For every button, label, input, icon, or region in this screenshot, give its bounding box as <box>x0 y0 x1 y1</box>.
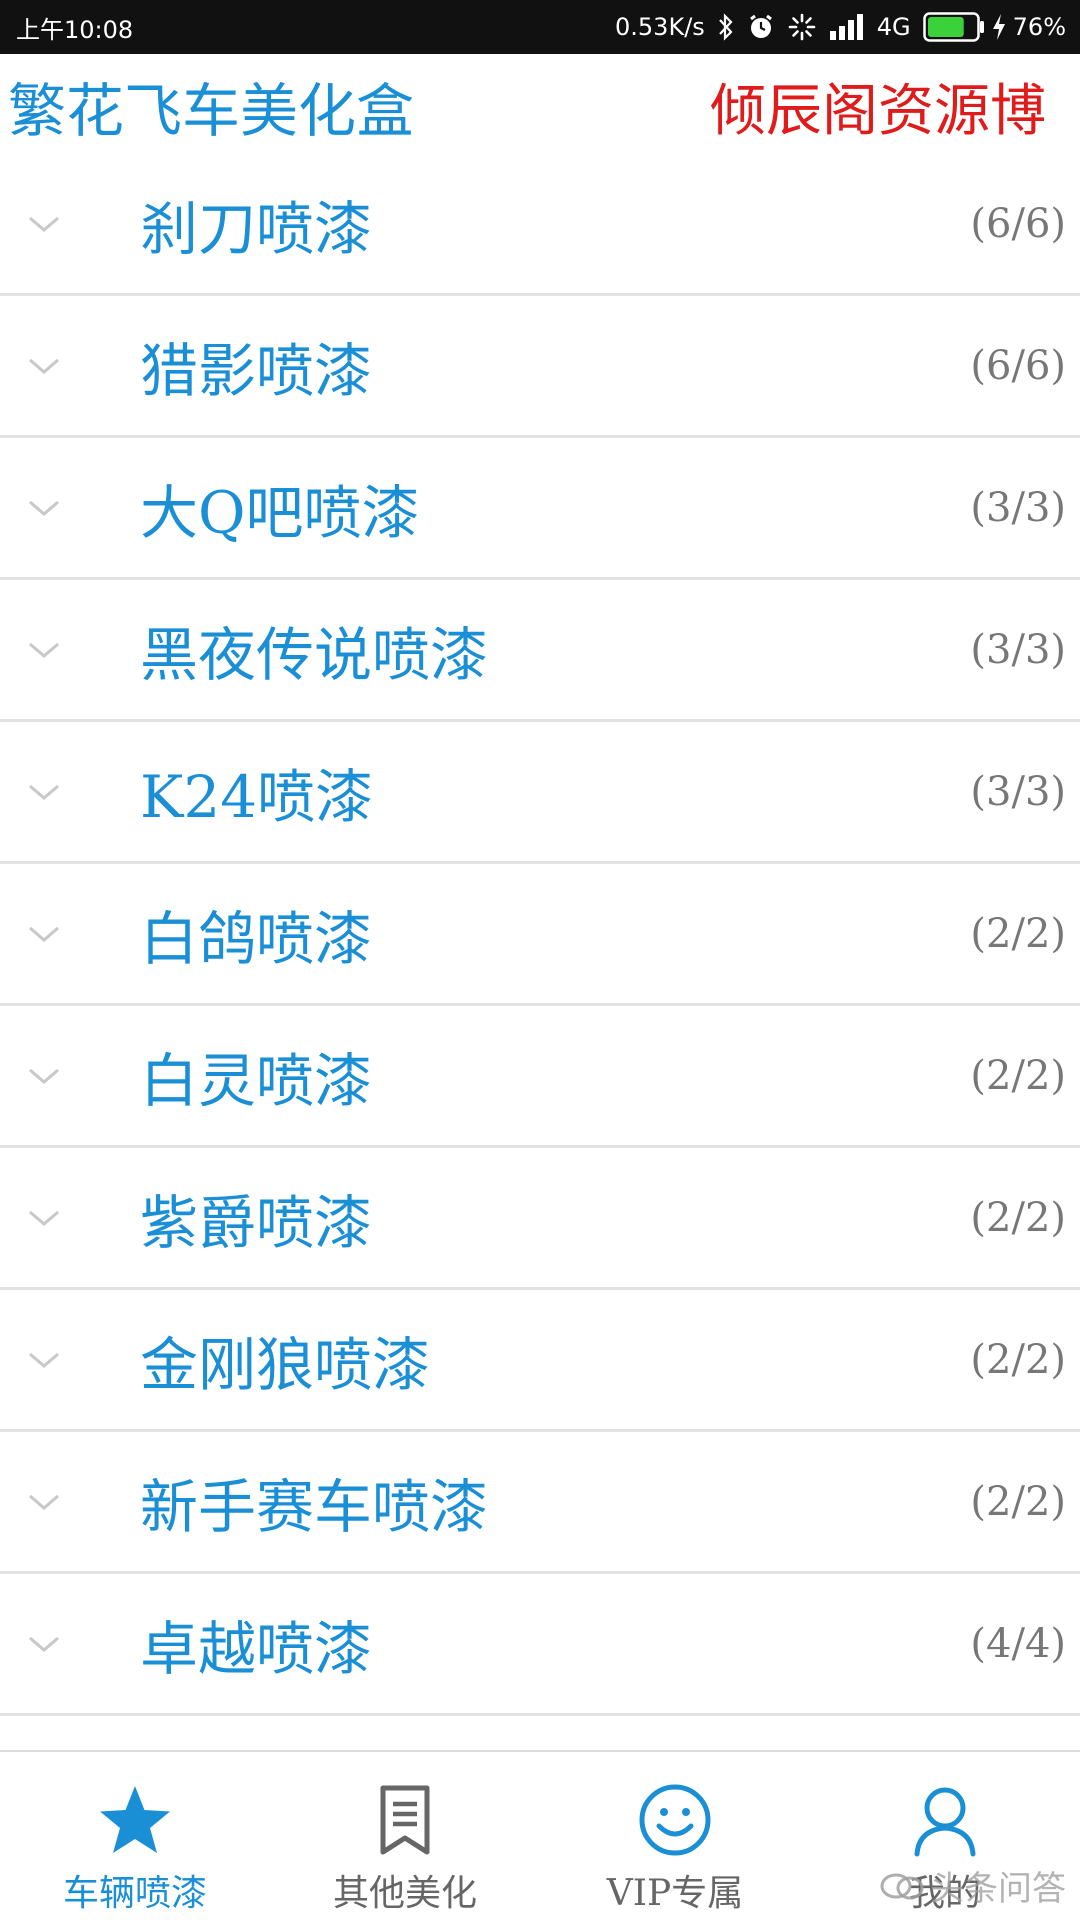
status-icons: 0.53K/s 4G 76% <box>615 12 1066 42</box>
app-screen: 上午10:08 0.53K/s 4G 76% 繁花飞车美化盒 倾辰阁资源博 刹刀… <box>0 0 1080 1920</box>
bottom-navigation: 车辆喷漆 其他美化 VIP专属 我的 头条问答 <box>0 1750 1080 1920</box>
app-title: 繁花飞车美化盒 <box>8 77 415 145</box>
list-item-label: 大Q吧喷漆 <box>140 478 420 547</box>
nav-label: 车辆喷漆 <box>62 1873 207 1914</box>
list-item-count: (6/6) <box>970 200 1066 247</box>
chevron-down-icon <box>29 784 59 800</box>
list-item-label: 白鸽喷漆 <box>140 904 373 973</box>
list-item-count: (2/2) <box>970 1336 1066 1383</box>
bluetooth-icon <box>717 13 735 41</box>
list-item[interactable]: K24喷漆 (3/3) <box>0 722 1080 864</box>
list-item-count: (2/2) <box>970 1052 1066 1099</box>
status-bar: 上午10:08 0.53K/s 4G 76% <box>0 0 1080 54</box>
list-item[interactable]: 猎影喷漆 (6/6) <box>0 296 1080 438</box>
nav-label: 其他美化 <box>332 1873 477 1914</box>
status-time: 上午10:08 <box>16 15 134 44</box>
list-item-label: 金刚狼喷漆 <box>140 1330 431 1399</box>
list-item-count: (3/3) <box>970 626 1066 673</box>
net-speed: 0.53K/s <box>615 13 705 41</box>
nav-tab-vehicle-paint[interactable]: 车辆喷漆 <box>0 1752 270 1920</box>
bookmark-icon <box>380 1785 430 1855</box>
network-type: 4G <box>876 13 911 41</box>
list-item-count: (4/4) <box>970 1620 1066 1667</box>
list-item-count: (2/2) <box>970 910 1066 957</box>
battery-percent: 76% <box>1012 13 1066 41</box>
list-item-label: 猎影喷漆 <box>140 336 373 405</box>
signal-icon <box>829 14 865 40</box>
list-item[interactable]: 白鸽喷漆 (2/2) <box>0 864 1080 1006</box>
list-item-label: 紫爵喷漆 <box>140 1188 373 1257</box>
battery-icon <box>922 12 984 42</box>
nav-tab-vip[interactable]: VIP专属 <box>540 1752 810 1920</box>
chevron-down-icon <box>29 1068 59 1084</box>
chevron-down-icon <box>29 216 59 232</box>
list-item-count: (6/6) <box>970 342 1066 389</box>
list-item[interactable]: 黑夜传说喷漆 (3/3) <box>0 580 1080 722</box>
paint-category-list: 刹刀喷漆 (6/6) 猎影喷漆 (6/6) 大Q吧喷漆 (3/3) 黑夜传说喷漆 (3/3) K… <box>0 154 1080 1716</box>
app-header: 繁花飞车美化盒 倾辰阁资源博 <box>0 54 1080 154</box>
list-item-label: 新手赛车喷漆 <box>140 1472 489 1541</box>
chevron-down-icon <box>29 926 59 942</box>
chevron-down-icon <box>29 1210 59 1226</box>
chevron-down-icon <box>29 358 59 374</box>
toutiao-logo-icon <box>880 1873 924 1899</box>
list-item-count: (2/2) <box>970 1194 1066 1241</box>
nav-label: VIP专属 <box>606 1873 744 1914</box>
list-item-label: K24喷漆 <box>140 762 374 831</box>
user-icon <box>914 1787 976 1857</box>
list-item[interactable]: 新手赛车喷漆 (2/2) <box>0 1432 1080 1574</box>
list-item[interactable]: 白灵喷漆 (2/2) <box>0 1006 1080 1148</box>
list-item-count: (2/2) <box>970 1478 1066 1525</box>
list-item[interactable]: 刹刀喷漆 (6/6) <box>0 154 1080 296</box>
chevron-down-icon <box>29 1352 59 1368</box>
watermark: 头条问答 <box>880 1861 1066 1910</box>
list-item-count: (3/3) <box>970 768 1066 815</box>
loading-icon <box>787 12 817 42</box>
list-item-label: 卓越喷漆 <box>140 1614 373 1683</box>
list-item[interactable]: 金刚狼喷漆 (2/2) <box>0 1290 1080 1432</box>
chevron-down-icon <box>29 642 59 658</box>
list-item[interactable]: 紫爵喷漆 (2/2) <box>0 1148 1080 1290</box>
list-item[interactable]: 卓越喷漆 (4/4) <box>0 1574 1080 1716</box>
list-item[interactable]: 大Q吧喷漆 (3/3) <box>0 438 1080 580</box>
smiley-icon <box>639 1784 711 1856</box>
list-item-count: (3/3) <box>970 484 1066 531</box>
chevron-down-icon <box>29 1494 59 1510</box>
charging-icon <box>992 14 1005 40</box>
list-item-label: 黑夜传说喷漆 <box>140 620 489 689</box>
star-icon <box>100 1786 170 1853</box>
chevron-down-icon <box>29 500 59 516</box>
list-item-label: 白灵喷漆 <box>140 1046 373 1115</box>
battery-indicator: 76% <box>922 12 1066 42</box>
chevron-down-icon <box>29 1636 59 1652</box>
watermark-text: 头条问答 <box>930 1869 1066 1909</box>
alarm-icon <box>747 13 775 41</box>
list-item-label: 刹刀喷漆 <box>140 194 373 263</box>
nav-tab-other-beautify[interactable]: 其他美化 <box>270 1752 540 1920</box>
header-banner-text: 倾辰阁资源博 <box>710 79 1046 144</box>
